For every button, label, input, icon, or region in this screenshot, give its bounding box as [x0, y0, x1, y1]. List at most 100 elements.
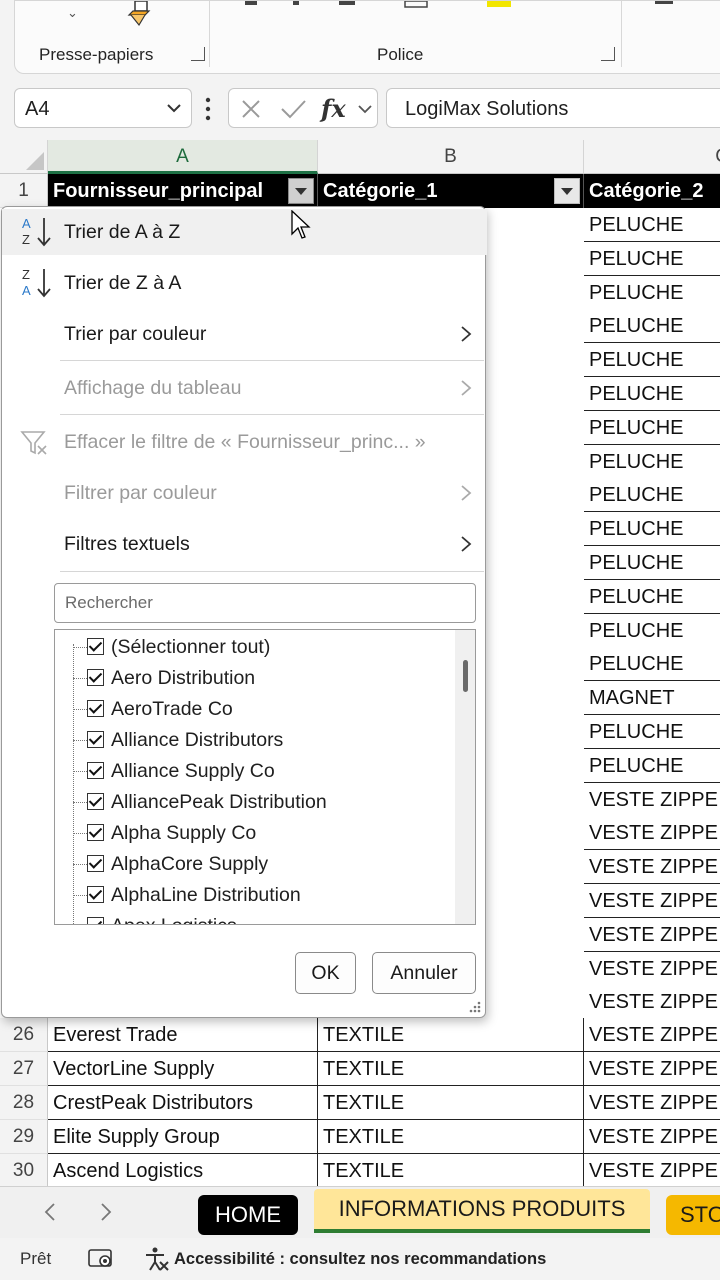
- row-header[interactable]: 30: [0, 1154, 48, 1186]
- table-cell[interactable]: TEXTILE: [318, 1018, 584, 1052]
- checkbox[interactable]: [87, 731, 104, 748]
- table-cell[interactable]: PELUCHE: [584, 309, 720, 344]
- cancel-button[interactable]: Annuler: [372, 952, 476, 994]
- sheet-tab-stock[interactable]: STO: [666, 1195, 720, 1235]
- column-header-c[interactable]: C: [584, 140, 720, 174]
- table-header-cell[interactable]: Fournisseur_principal: [48, 174, 318, 208]
- table-header-cell[interactable]: Catégorie_1: [318, 174, 584, 208]
- table-cell[interactable]: VESTE ZIPPE: [584, 1052, 720, 1086]
- checkbox[interactable]: [87, 855, 104, 872]
- table-cell[interactable]: VESTE ZIPPE: [584, 850, 720, 885]
- table-cell[interactable]: VectorLine Supply: [48, 1052, 318, 1086]
- sort-by-color[interactable]: Trier par couleur: [2, 311, 487, 357]
- row-header[interactable]: 28: [0, 1086, 48, 1120]
- table-cell[interactable]: VESTE ZIPPE: [584, 884, 720, 918]
- text-filters[interactable]: Filtres textuels: [2, 521, 487, 567]
- column-header-a[interactable]: A: [48, 140, 318, 174]
- checkbox[interactable]: [87, 917, 104, 924]
- table-cell[interactable]: VESTE ZIPPE: [584, 951, 720, 986]
- table-cell[interactable]: VESTE ZIPPE: [584, 1120, 720, 1154]
- table-cell[interactable]: VESTE ZIPPE: [584, 917, 720, 952]
- table-cell[interactable]: PELUCHE: [584, 208, 720, 242]
- formula-input[interactable]: LogiMax Solutions: [386, 88, 720, 128]
- list-scrollbar[interactable]: [455, 630, 475, 924]
- table-cell[interactable]: PELUCHE: [584, 444, 720, 479]
- column-header-b[interactable]: B: [318, 140, 584, 174]
- filter-values-list[interactable]: (Sélectionner tout) Aero Distribution Aero…: [54, 629, 476, 925]
- table-cell[interactable]: CrestPeak Distributors: [48, 1086, 318, 1120]
- table-cell[interactable]: PELUCHE: [584, 241, 720, 276]
- table-cell[interactable]: VESTE ZIPPE: [584, 985, 720, 1020]
- table-cell[interactable]: PELUCHE: [584, 512, 720, 547]
- checkbox[interactable]: [87, 793, 104, 810]
- filter-list-item[interactable]: Aero Distribution: [55, 663, 455, 694]
- filter-list-item[interactable]: (Sélectionner tout): [55, 632, 455, 663]
- sheet-tab-informations-produits[interactable]: INFORMATIONS PRODUITS: [314, 1189, 650, 1233]
- more-options-icon[interactable]: [203, 96, 213, 122]
- table-cell[interactable]: PELUCHE: [584, 715, 720, 749]
- filter-list-item[interactable]: Alliance Distributors: [55, 725, 455, 756]
- table-cell[interactable]: PELUCHE: [584, 478, 720, 513]
- sort-a-to-z[interactable]: A Z Trier de A à Z: [2, 209, 487, 255]
- checkbox[interactable]: [87, 886, 104, 903]
- filter-list-item[interactable]: AlphaCore Supply: [55, 849, 455, 880]
- filter-search-input[interactable]: [55, 584, 475, 622]
- table-cell[interactable]: PELUCHE: [584, 377, 720, 411]
- accessibility-status[interactable]: Accessibilité : consultez nos recommanda…: [174, 1238, 546, 1280]
- row-header[interactable]: 1: [0, 174, 48, 208]
- ok-button[interactable]: OK: [295, 952, 356, 994]
- select-all-corner[interactable]: [0, 140, 48, 174]
- table-cell[interactable]: VESTE ZIPPE: [584, 816, 720, 851]
- filter-list-item[interactable]: AlliancePeak Distribution: [55, 787, 455, 818]
- accessibility-icon[interactable]: [144, 1246, 170, 1272]
- filter-list-item[interactable]: Alliance Supply Co: [55, 756, 455, 787]
- checkbox[interactable]: [87, 638, 104, 655]
- chevron-down-icon[interactable]: [357, 101, 373, 117]
- row-header[interactable]: 26: [0, 1018, 48, 1052]
- table-cell[interactable]: PELUCHE: [584, 275, 720, 310]
- filter-dropdown-button[interactable]: [554, 178, 580, 204]
- table-cell[interactable]: VESTE ZIPPE: [584, 1018, 720, 1052]
- filter-search-box[interactable]: [54, 583, 476, 623]
- table-cell[interactable]: VESTE ZIPPE: [584, 1154, 720, 1186]
- format-painter-icon[interactable]: [119, 1, 159, 33]
- macro-recorder-icon[interactable]: [88, 1248, 114, 1270]
- dialog-launcher-icon[interactable]: [601, 47, 615, 61]
- table-cell[interactable]: PELUCHE: [584, 613, 720, 648]
- cancel-icon[interactable]: [239, 97, 263, 121]
- table-cell[interactable]: Elite Supply Group: [48, 1120, 318, 1154]
- table-cell[interactable]: PELUCHE: [584, 546, 720, 580]
- scrollbar-thumb[interactable]: [463, 660, 468, 692]
- insert-function-icon[interactable]: fx: [321, 94, 346, 123]
- chevron-right-icon[interactable]: [98, 1201, 114, 1223]
- filter-list-item[interactable]: AeroTrade Co: [55, 694, 455, 725]
- sheet-tab-home[interactable]: HOME: [198, 1195, 298, 1235]
- table-header-cell[interactable]: Catégorie_2: [584, 174, 720, 208]
- table-cell[interactable]: PELUCHE: [584, 410, 720, 445]
- filter-list-item[interactable]: AlphaLine Distribution: [55, 880, 455, 911]
- row-header[interactable]: 29: [0, 1120, 48, 1154]
- table-cell[interactable]: VESTE ZIPPE: [584, 782, 720, 817]
- chevron-down-icon[interactable]: ⌄: [67, 5, 78, 21]
- checkbox[interactable]: [87, 762, 104, 779]
- row-header[interactable]: 27: [0, 1052, 48, 1086]
- table-cell[interactable]: MAGNET: [584, 681, 720, 716]
- table-cell[interactable]: TEXTILE: [318, 1086, 584, 1120]
- table-cell[interactable]: PELUCHE: [584, 343, 720, 378]
- checkbox[interactable]: [87, 669, 104, 686]
- chevron-down-icon[interactable]: [165, 99, 183, 117]
- table-cell[interactable]: Ascend Logistics: [48, 1154, 318, 1186]
- checkbox[interactable]: [87, 824, 104, 841]
- filter-list-item[interactable]: Alpha Supply Co: [55, 818, 455, 849]
- table-cell[interactable]: TEXTILE: [318, 1052, 584, 1086]
- enter-check-icon[interactable]: [279, 97, 307, 121]
- checkbox[interactable]: [87, 700, 104, 717]
- name-box[interactable]: A4: [14, 88, 192, 128]
- filter-list-item[interactable]: Apex Logistics: [55, 911, 455, 924]
- chevron-left-icon[interactable]: [42, 1201, 58, 1223]
- table-cell[interactable]: VESTE ZIPPE: [584, 1086, 720, 1120]
- table-cell[interactable]: Everest Trade: [48, 1018, 318, 1052]
- dialog-launcher-icon[interactable]: [191, 47, 205, 61]
- resize-grip-icon[interactable]: [469, 1001, 481, 1013]
- table-cell[interactable]: PELUCHE: [584, 748, 720, 783]
